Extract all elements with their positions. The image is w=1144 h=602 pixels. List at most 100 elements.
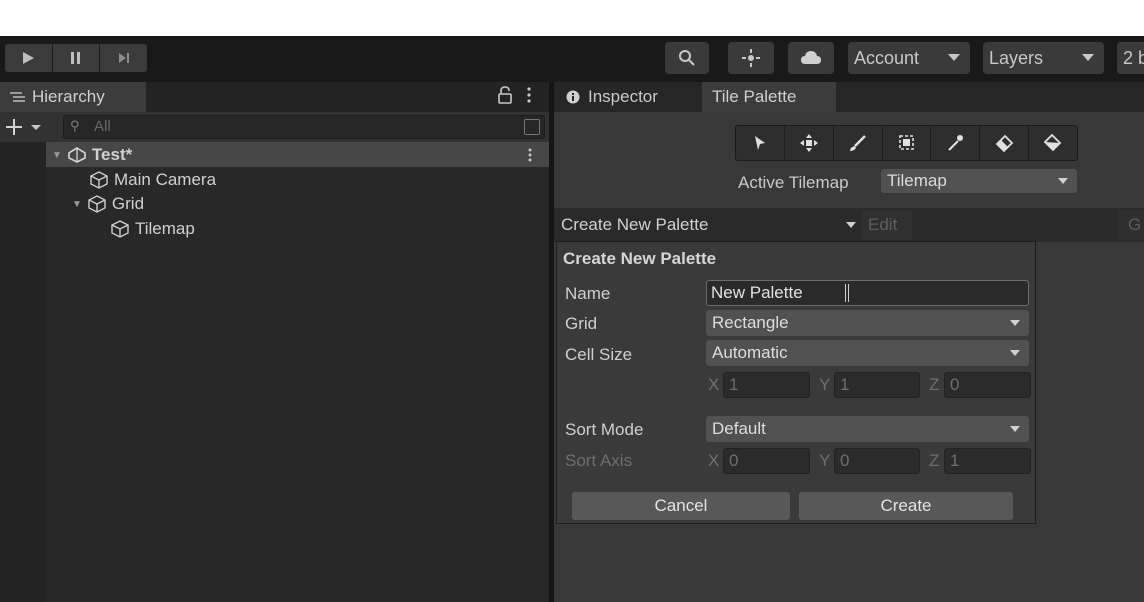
tab-hierarchy[interactable]: Hierarchy	[0, 82, 146, 112]
search-filter-icon: ⚲	[70, 118, 80, 133]
step-icon	[118, 53, 129, 63]
tree-item-grid[interactable]: ▼ Grid	[72, 192, 144, 216]
collab-icon	[742, 49, 760, 67]
palette-dropdown-label: Create New Palette	[561, 215, 709, 234]
grid-value: Rectangle	[712, 313, 789, 332]
search-options-icon[interactable]	[524, 119, 540, 135]
name-label: Name	[565, 284, 611, 303]
pause-icon	[71, 52, 80, 64]
tab-tile-palette[interactable]: Tile Palette	[702, 82, 836, 112]
hierarchy-gutter	[0, 142, 46, 602]
cell-y-value: 1	[840, 375, 850, 394]
grid-dropdown[interactable]: Rectangle	[706, 310, 1029, 336]
account-dropdown[interactable]: Account	[848, 42, 970, 74]
cell-x-value: 1	[729, 375, 739, 394]
cloud-icon	[801, 51, 821, 64]
lock-icon[interactable]	[498, 86, 516, 106]
unity-scene-icon	[68, 147, 86, 163]
tree-item-label: Grid	[111, 194, 145, 213]
axis-x-field: 0	[723, 448, 810, 474]
cell-z-value: 0	[950, 375, 960, 394]
palette-dropdown[interactable]: Create New Palette	[557, 210, 862, 240]
layout-label: 2 b	[1123, 47, 1144, 68]
cell-y-label: Y	[819, 375, 831, 394]
sort-mode-label: Sort Mode	[565, 420, 644, 439]
text-cursor-icon	[845, 284, 849, 302]
tree-item-tilemap[interactable]: Tilemap	[111, 217, 195, 241]
search-icon	[679, 50, 695, 66]
name-input-value: New Palette	[711, 283, 803, 302]
expand-arrow-icon: ▼	[72, 198, 82, 210]
axis-z-label: Z	[929, 451, 940, 470]
tree-item-main-camera[interactable]: Main Camera	[90, 168, 216, 192]
axis-x-label: X	[708, 451, 720, 470]
axis-y-value: 0	[840, 451, 850, 470]
tree-item-label: Tilemap	[135, 219, 195, 238]
active-tilemap-dropdown[interactable]: Tilemap	[881, 169, 1077, 193]
search-placeholder: All	[94, 118, 111, 135]
sort-mode-dropdown[interactable]: Default	[706, 416, 1029, 442]
chevron-down-icon	[846, 222, 856, 228]
hierarchy-search-input[interactable]: ⚲ All	[63, 115, 545, 139]
plus-icon	[6, 119, 41, 135]
tab-inspector[interactable]: Inspector	[554, 82, 702, 112]
move-tool-button[interactable]	[785, 126, 834, 160]
eraser-button[interactable]	[980, 126, 1030, 160]
active-tilemap-value: Tilemap	[887, 171, 947, 190]
axis-y-label: Y	[819, 451, 831, 470]
more-menu-icon[interactable]	[526, 86, 538, 106]
sort-mode-value: Default	[712, 419, 766, 438]
gameobject-cube-icon	[111, 220, 129, 238]
cell-z-field: 0	[944, 372, 1031, 398]
step-button[interactable]	[100, 44, 147, 72]
axis-y-field: 0	[834, 448, 920, 474]
play-icon	[23, 52, 35, 64]
account-label: Account	[854, 47, 920, 68]
box-fill-button[interactable]	[883, 126, 932, 160]
box-fill-icon	[898, 135, 914, 150]
picker-button[interactable]	[931, 126, 981, 160]
select-tool-icon	[754, 136, 765, 150]
edit-palette-button[interactable]: Edit	[862, 210, 912, 240]
playmode-controls	[5, 44, 147, 72]
search-button[interactable]	[665, 42, 709, 74]
gameobject-cube-icon	[88, 195, 106, 213]
paint-brush-button[interactable]	[834, 126, 883, 160]
scene-more-icon[interactable]	[527, 146, 537, 164]
fill-bucket-button[interactable]	[1029, 126, 1077, 160]
chevron-down-icon	[1082, 54, 1094, 61]
grid-toggle-button[interactable]: G	[1118, 210, 1144, 240]
collab-button[interactable]	[728, 42, 774, 74]
hierarchy-tab-label: Hierarchy	[32, 87, 105, 106]
cell-x-field: 1	[723, 372, 810, 398]
inspector-tab-label: Inspector	[588, 87, 658, 106]
fill-bucket-icon	[1043, 133, 1062, 152]
scene-item[interactable]: ▼ Test*	[52, 143, 132, 167]
cell-size-dropdown[interactable]: Automatic	[706, 340, 1029, 366]
create-menu-button[interactable]	[6, 116, 46, 138]
gameobject-cube-icon	[90, 171, 108, 189]
select-tool-button[interactable]	[736, 126, 785, 160]
cancel-button[interactable]: Cancel	[572, 492, 790, 520]
axis-z-field: 1	[944, 448, 1031, 474]
axis-x-value: 0	[729, 451, 739, 470]
scene-name: Test*	[91, 145, 133, 164]
active-tilemap-label: Active Tilemap	[738, 173, 849, 192]
cancel-label: Cancel	[654, 496, 708, 515]
cloud-button[interactable]	[788, 42, 834, 74]
cell-size-value: Automatic	[712, 343, 788, 362]
layout-dropdown[interactable]: 2 b	[1117, 42, 1144, 74]
sort-axis-label: Sort Axis	[565, 451, 633, 470]
main-toolbar	[0, 36, 1144, 82]
g-label: G	[1128, 215, 1142, 234]
play-button[interactable]	[5, 44, 53, 72]
layers-dropdown[interactable]: Layers	[983, 42, 1104, 74]
list-icon	[10, 92, 25, 102]
create-button[interactable]: Create	[799, 492, 1013, 520]
name-input[interactable]: New Palette	[706, 280, 1029, 306]
edit-label: Edit	[868, 215, 898, 234]
tile-palette-tab-label: Tile Palette	[712, 87, 797, 106]
axis-z-value: 1	[950, 451, 960, 470]
pause-button[interactable]	[53, 44, 101, 72]
info-icon	[566, 90, 580, 104]
